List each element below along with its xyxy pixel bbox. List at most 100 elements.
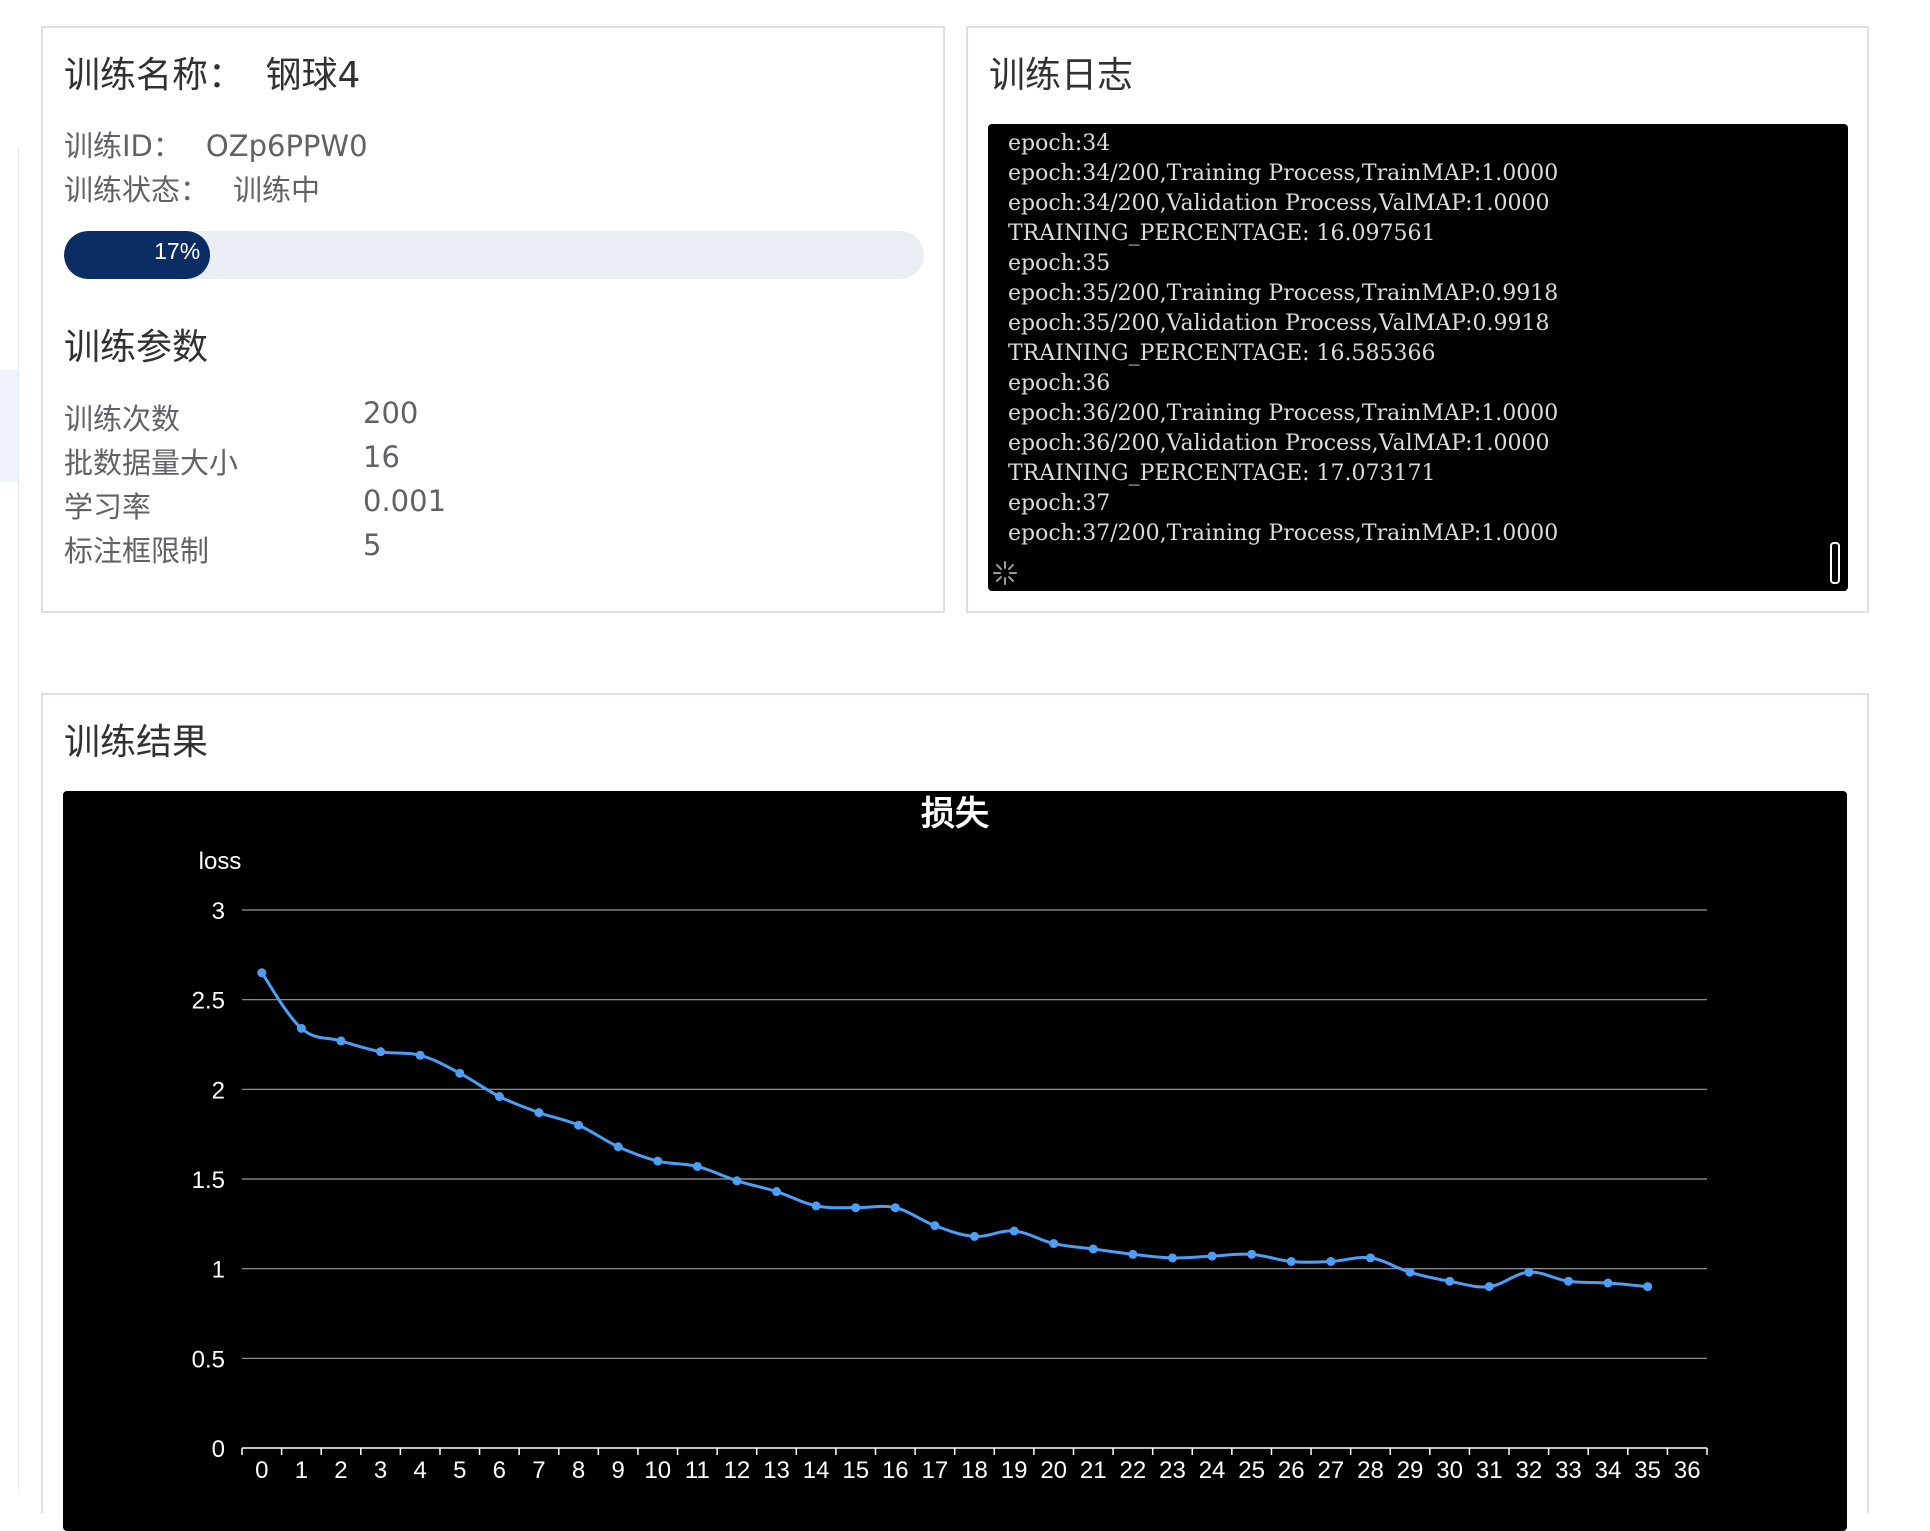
- log-line: epoch:35: [1008, 251, 1111, 276]
- y-tick-label: 2.5: [192, 988, 225, 1015]
- x-tick-label: 4: [413, 1457, 426, 1484]
- sidebar-collapse-tab[interactable]: [0, 370, 18, 482]
- y-tick-label: 1: [212, 1257, 225, 1284]
- loss-data-point: [574, 1120, 584, 1130]
- x-tick-label: 34: [1595, 1457, 1622, 1484]
- x-tick-label: 27: [1317, 1457, 1344, 1484]
- loss-data-point: [1484, 1282, 1494, 1292]
- y-tick-label: 3: [212, 898, 225, 925]
- training-name-label: 训练名称：: [64, 55, 245, 96]
- loss-data-point: [415, 1050, 425, 1060]
- loss-data-point: [653, 1156, 663, 1166]
- training-id-label: 训练ID：: [64, 129, 182, 163]
- x-tick-label: 18: [961, 1457, 988, 1484]
- x-tick-label: 24: [1199, 1457, 1226, 1484]
- loss-data-point: [1365, 1253, 1375, 1263]
- x-tick-label: 22: [1120, 1457, 1147, 1484]
- x-tick-label: 16: [882, 1457, 909, 1484]
- training-log-card: 训练日志 epoch:34 epoch:34/200,Training Proce…: [966, 26, 1869, 613]
- param-label: 批数据量大小: [64, 446, 239, 480]
- loss-data-point: [1563, 1276, 1573, 1286]
- x-tick-label: 32: [1515, 1457, 1542, 1484]
- x-tick-label: 9: [611, 1457, 624, 1484]
- x-tick-label: 19: [1001, 1457, 1028, 1484]
- log-line: TRAINING_PERCENTAGE: 16.585366: [1008, 341, 1436, 366]
- x-tick-label: 30: [1436, 1457, 1463, 1484]
- param-label: 标注框限制: [64, 534, 210, 568]
- training-status-label: 训练状态：: [64, 173, 210, 207]
- loss-data-point: [613, 1142, 623, 1152]
- loss-data-point: [732, 1176, 742, 1186]
- loss-data-point: [1207, 1251, 1217, 1261]
- param-value: 5: [363, 528, 382, 562]
- log-line: epoch:36/200,Validation Process,ValMAP:1…: [1008, 431, 1550, 456]
- y-tick-label: 2: [212, 1077, 225, 1104]
- loss-data-point: [1326, 1256, 1336, 1266]
- param-label: 学习率: [64, 490, 152, 524]
- loss-series-line: [260, 971, 1648, 1289]
- loss-chart-panel: 损失 loss 0 0.5 1 1.5 2 2.5 3 0 1 2 3 4 5 6 7 8 9 10 11 12 13 14 1…: [63, 791, 1847, 1531]
- x-tick-label: 6: [493, 1457, 506, 1484]
- training-name-value: 钢球4: [265, 55, 361, 96]
- x-tick-label: 26: [1278, 1457, 1305, 1484]
- loss-data-point: [1088, 1244, 1098, 1254]
- log-line: epoch:37/200,Training Process,TrainMAP:1…: [1008, 521, 1559, 546]
- param-value: 16: [363, 440, 400, 474]
- log-line: TRAINING_PERCENTAGE: 17.073171: [1008, 461, 1436, 486]
- log-line: epoch:36/200,Training Process,TrainMAP:1…: [1008, 401, 1559, 426]
- loss-data-point: [1603, 1278, 1613, 1288]
- loss-data-point: [1247, 1249, 1257, 1259]
- log-line: epoch:34/200,Training Process,TrainMAP:1…: [1008, 161, 1559, 186]
- x-tick-label: 28: [1357, 1457, 1384, 1484]
- log-line: epoch:37: [1008, 491, 1111, 516]
- x-tick-label: 35: [1634, 1457, 1661, 1484]
- loss-data-point: [1405, 1267, 1415, 1277]
- x-tick-label: 21: [1080, 1457, 1107, 1484]
- loss-data-point: [257, 968, 267, 978]
- training-id-row: 训练ID： OZp6PPW0: [64, 129, 368, 164]
- loss-data-point: [692, 1161, 702, 1171]
- y-tick-label: 0.5: [192, 1346, 225, 1373]
- loss-data-point: [1128, 1249, 1138, 1259]
- result-heading: 训练结果: [64, 722, 209, 763]
- loss-data-point: [851, 1203, 861, 1213]
- x-tick-label: 33: [1555, 1457, 1582, 1484]
- chart-title: 损失: [921, 795, 990, 833]
- x-tick-label: 14: [803, 1457, 830, 1484]
- y-axis-label: loss: [199, 848, 242, 875]
- x-tick-label: 29: [1397, 1457, 1424, 1484]
- training-result-card: 训练结果 损失 loss 0 0.5 1 1.5 2 2.5 3 0 1 2 3 4 5 6 7 8 9 10 11 12…: [41, 693, 1869, 1531]
- progress-percent-text: 17%: [154, 238, 201, 264]
- x-tick-label: 3: [374, 1457, 387, 1484]
- x-tick-label: 2: [334, 1457, 347, 1484]
- params-heading: 训练参数: [64, 327, 209, 368]
- x-tick-label: 15: [842, 1457, 869, 1484]
- param-value: 200: [363, 396, 419, 430]
- param-label: 训练次数: [64, 402, 181, 436]
- x-tick-label: 31: [1476, 1457, 1503, 1484]
- x-tick-label: 0: [255, 1457, 268, 1484]
- log-line: epoch:36: [1008, 371, 1111, 396]
- x-tick-label: 17: [922, 1457, 949, 1484]
- x-tick-label: 25: [1238, 1457, 1265, 1484]
- x-tick-label: 23: [1159, 1457, 1186, 1484]
- loss-data-point: [1524, 1267, 1534, 1277]
- log-lines: epoch:34 epoch:34/200,Training Process,Tr…: [1008, 129, 1558, 549]
- loss-data-point: [1286, 1256, 1296, 1266]
- loss-data-point: [811, 1201, 821, 1211]
- loss-data-point: [1009, 1226, 1019, 1236]
- terminal-cursor: [1830, 542, 1840, 584]
- loss-data-point: [970, 1231, 979, 1241]
- param-value: 0.001: [363, 484, 447, 518]
- x-tick-label: 7: [532, 1457, 545, 1484]
- progress-fill: 17%: [64, 231, 211, 279]
- loss-data-point: [1167, 1253, 1177, 1263]
- loss-line-chart[interactable]: 损失loss00.511.522.530 1 2 3 4 5 6 7 8 9 10 11 12 13 14 1…: [63, 791, 1847, 1531]
- x-tick-label: 11: [685, 1457, 710, 1484]
- y-tick-label: 1.5: [192, 1167, 225, 1194]
- log-terminal[interactable]: epoch:34 epoch:34/200,Training Process,Tr…: [988, 124, 1848, 591]
- loss-data-point: [930, 1221, 940, 1231]
- loss-data-point: [455, 1068, 465, 1078]
- log-line: epoch:35/200,Validation Process,ValMAP:0…: [1008, 311, 1550, 336]
- training-info-card: 训练名称： 钢球4 训练ID： OZp6PPW0 训练状态： 训练中 17% 训练参…: [41, 26, 945, 613]
